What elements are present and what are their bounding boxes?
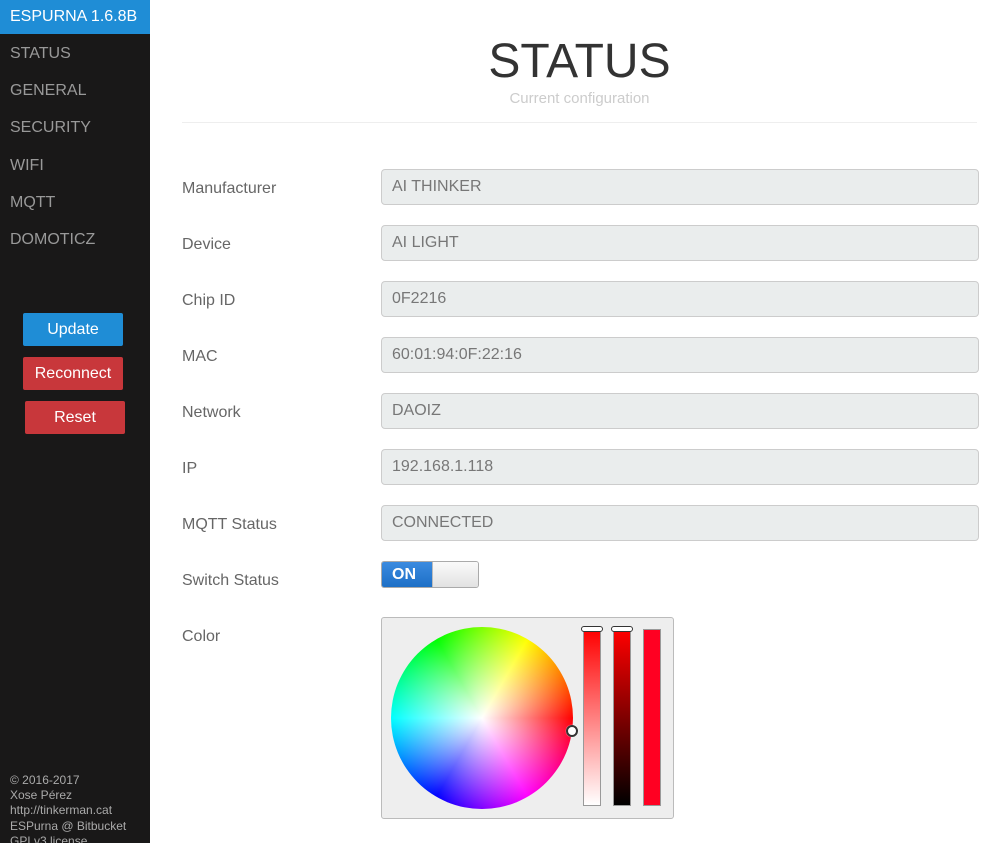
brightness-slider-handle[interactable] (611, 626, 633, 632)
switch-on-label: ON (382, 562, 432, 587)
update-button[interactable]: Update (23, 313, 123, 346)
mac-field[interactable]: 60:01:94:0F:22:16 (381, 337, 979, 373)
menu-item-security[interactable]: SECURITY (0, 109, 150, 146)
saturation-slider[interactable] (583, 629, 601, 806)
sidebar-footer: © 2016-2017 Xose Pérez http://tinkerman.… (10, 773, 126, 843)
chip-id-label: Chip ID (182, 292, 236, 309)
footer-site-link[interactable]: http://tinkerman.cat (10, 803, 126, 818)
color-picker (381, 617, 674, 819)
app-title[interactable]: ESPURNA 1.6.8B (0, 0, 150, 34)
color-wheel[interactable] (391, 627, 573, 809)
footer-author: Xose Pérez (10, 788, 73, 803)
reset-button[interactable]: Reset (25, 401, 125, 434)
switch-status-label: Switch Status (182, 572, 279, 589)
device-field[interactable]: AI LIGHT (381, 225, 979, 261)
page-subtitle: Current configuration (509, 90, 650, 107)
device-label: Device (182, 236, 231, 253)
brightness-slider[interactable] (613, 629, 631, 806)
color-wheel-handle[interactable] (566, 725, 578, 737)
page-title: STATUS (488, 35, 671, 88)
switch-toggle[interactable]: ON (381, 561, 479, 588)
selected-color-swatch (643, 629, 661, 806)
manufacturer-label: Manufacturer (182, 180, 277, 197)
switch-knob[interactable] (432, 562, 478, 587)
menu-item-status[interactable]: STATUS (0, 35, 150, 72)
footer-copyright: © 2016-2017 (10, 773, 80, 787)
network-label: Network (182, 404, 241, 421)
ip-label: IP (182, 460, 198, 477)
sidebar: ESPURNA 1.6.8B STATUS GENERAL SECURITY W… (0, 0, 150, 843)
menu-item-wifi[interactable]: WIFI (0, 147, 150, 184)
ip-field[interactable]: 192.168.1.118 (381, 449, 979, 485)
footer-license-link[interactable]: GPLv3 license (10, 834, 126, 843)
menu-item-mqtt[interactable]: MQTT (0, 184, 150, 221)
color-label: Color (182, 628, 221, 645)
menu-item-domoticz[interactable]: DOMOTICZ (0, 221, 150, 258)
menu-item-general[interactable]: GENERAL (0, 72, 150, 109)
footer-repo-link[interactable]: ESPurna @ Bitbucket (10, 819, 126, 834)
page-header: STATUS Current configuration (182, 34, 977, 123)
chip-id-field[interactable]: 0F2216 (381, 281, 979, 317)
network-field[interactable]: DAOIZ (381, 393, 979, 429)
mqtt-status-label: MQTT Status (182, 516, 277, 533)
reconnect-button[interactable]: Reconnect (23, 357, 123, 390)
mac-label: MAC (182, 348, 218, 365)
mqtt-status-field[interactable]: CONNECTED (381, 505, 979, 541)
saturation-slider-handle[interactable] (581, 626, 603, 632)
main-menu: STATUS GENERAL SECURITY WIFI MQTT DOMOTI… (0, 35, 150, 258)
manufacturer-field[interactable]: AI THINKER (381, 169, 979, 205)
